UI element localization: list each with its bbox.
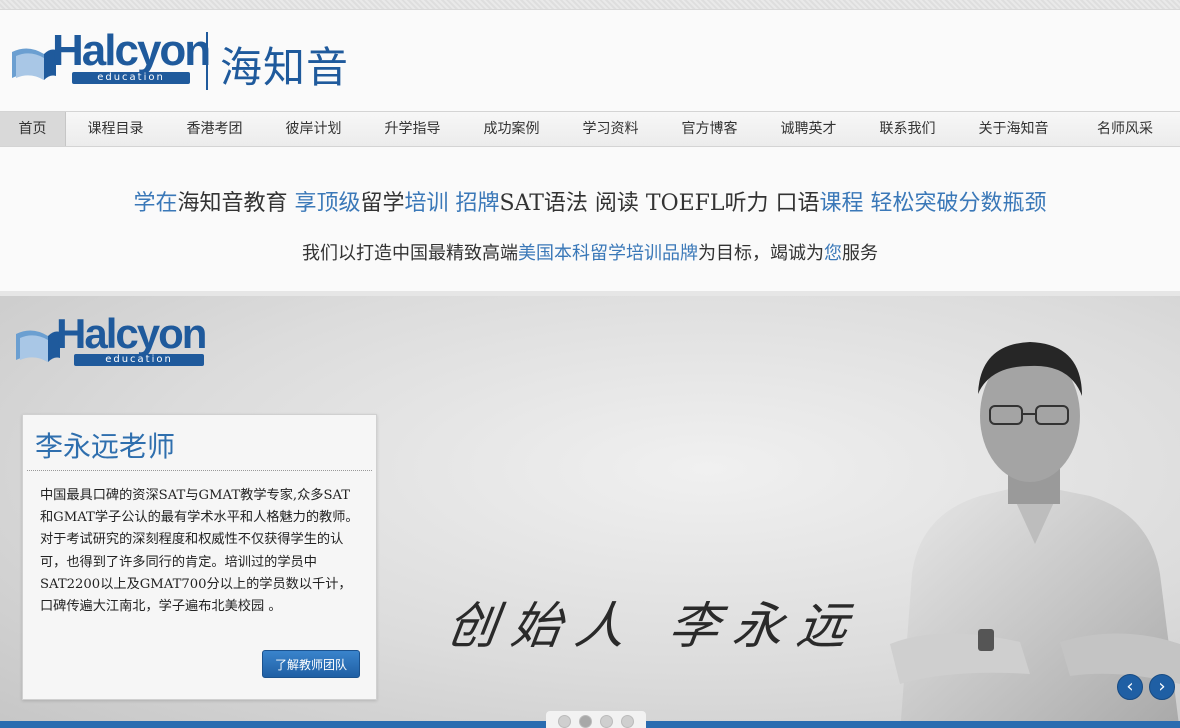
- logo-chinese-name: 海知音: [220, 43, 350, 92]
- slogan-segment: 海知音教育: [177, 191, 295, 216]
- teacher-name: 李永远老师: [35, 430, 176, 463]
- teacher-photo: [890, 342, 1180, 728]
- nav-item[interactable]: 诚聘英才: [759, 112, 858, 146]
- slogan-segment: 培训 招牌: [404, 191, 500, 216]
- nav-item[interactable]: 彼岸计划: [264, 112, 363, 146]
- nav-item[interactable]: 香港考团: [165, 112, 264, 146]
- top-decorative-strip: [0, 0, 1180, 10]
- teacher-bio: 中国最具口碑的资深SAT与GMAT教学专家,众多SAT和GMAT学子公认的最有学…: [40, 488, 359, 615]
- slogan-section: 学在海知音教育 享顶级留学培训 招牌SAT语法 阅读 TOEFL听力 口语课程 …: [0, 147, 1180, 291]
- slogan-segment: 服务: [842, 243, 878, 264]
- founder-signature: 创始人 李永远: [443, 597, 866, 655]
- nav-item[interactable]: 学习资料: [561, 112, 660, 146]
- logo-brand-subtext: education: [72, 72, 190, 84]
- book-logo-icon: [16, 330, 60, 362]
- book-logo-icon: [12, 48, 56, 80]
- nav-item[interactable]: 升学指导: [363, 112, 462, 146]
- slogan-segment: 课程 轻松突破分数瓶颈: [819, 191, 1047, 216]
- slider-dot[interactable]: [621, 715, 634, 728]
- nav-item[interactable]: 名师风采: [1070, 112, 1180, 146]
- slogan-segment: 您: [824, 243, 842, 264]
- nav-item[interactable]: 关于海知音: [957, 112, 1070, 146]
- slider-dot[interactable]: [558, 715, 571, 728]
- slider-dot[interactable]: [600, 715, 613, 728]
- logo-brand-text: Halcyon: [52, 26, 211, 75]
- site-logo[interactable]: Halcyon education 海知音: [10, 26, 370, 96]
- slogan-segment: SAT语法 阅读 TOEFL听力 口语: [499, 191, 820, 216]
- slider-dot[interactable]: [579, 715, 592, 728]
- nav-item[interactable]: 官方博客: [660, 112, 759, 146]
- nav-item[interactable]: 首页: [0, 112, 66, 146]
- hero-logo: Halcyon education: [14, 310, 214, 378]
- nav-item[interactable]: 联系我们: [858, 112, 957, 146]
- slogan-segment: 我们以打造中国最精致高端: [302, 243, 518, 264]
- slogan-segment: 美国本科留学培训品牌: [518, 243, 698, 264]
- nav-item[interactable]: 课程目录: [66, 112, 165, 146]
- slider-prev-button[interactable]: ‹: [1117, 674, 1143, 700]
- slogan-line-2: 我们以打造中国最精致高端美国本科留学培训品牌为目标，竭诚为您服务: [0, 239, 1180, 265]
- slider-next-button[interactable]: ›: [1149, 674, 1175, 700]
- logo-separator: [206, 32, 208, 90]
- team-button[interactable]: 了解教师团队: [262, 650, 360, 678]
- slogan-segment: 留学: [360, 191, 405, 216]
- main-navigation: 首页 课程目录 香港考团 彼岸计划 升学指导 成功案例 学习资料 官方博客 诚聘英才 联系我们 关于…: [0, 111, 1180, 147]
- slogan-segment: 为目标，竭诚为: [698, 243, 824, 264]
- hero-slider: Halcyon education 李永远老师 中国最具口碑的资深SAT与GMA…: [0, 291, 1180, 728]
- slogan-segment: 享顶级: [294, 191, 361, 216]
- slider-pagination: [546, 711, 646, 728]
- teacher-card: 李永远老师 中国最具口碑的资深SAT与GMAT教学专家,众多SAT和GMAT学子…: [22, 414, 377, 700]
- card-divider: [27, 470, 372, 471]
- hero-logo-brand-text: Halcyon: [56, 310, 207, 357]
- site-header: Halcyon education 海知音: [0, 10, 1180, 111]
- slogan-line-1: 学在海知音教育 享顶级留学培训 招牌SAT语法 阅读 TOEFL听力 口语课程 …: [0, 185, 1180, 217]
- nav-item[interactable]: 成功案例: [462, 112, 561, 146]
- slogan-segment: 学在: [133, 191, 178, 216]
- hero-logo-brand-subtext: education: [74, 354, 204, 366]
